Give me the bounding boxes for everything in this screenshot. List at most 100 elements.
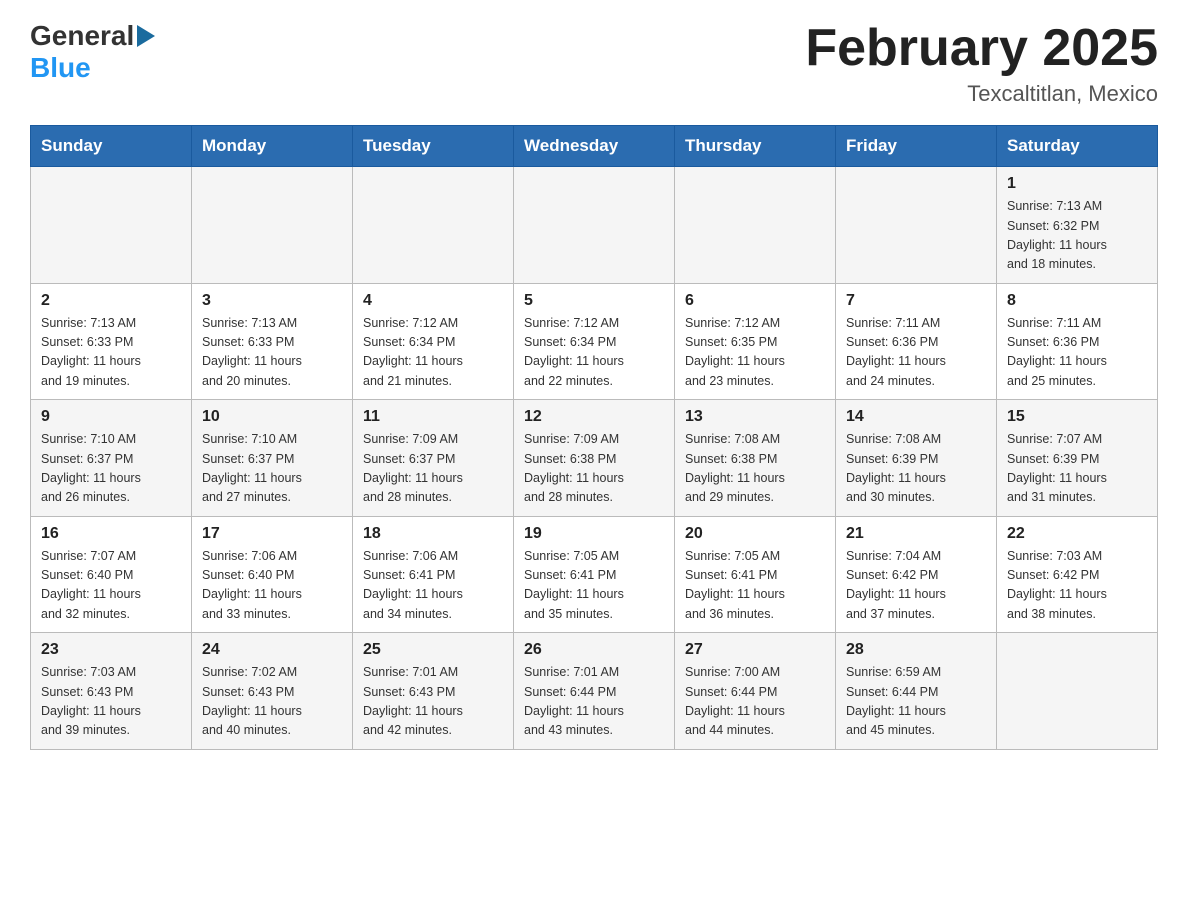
calendar-week-row: 23 Sunrise: 7:03 AM Sunset: 6:43 PM Dayli…: [31, 633, 1158, 750]
calendar-week-row: 16 Sunrise: 7:07 AM Sunset: 6:40 PM Dayli…: [31, 516, 1158, 633]
calendar-cell: 14 Sunrise: 7:08 AM Sunset: 6:39 PM Dayli…: [836, 400, 997, 517]
page-header: General Blue February 2025 Texcaltitlan,…: [30, 20, 1158, 107]
calendar-cell: 2 Sunrise: 7:13 AM Sunset: 6:33 PM Daylig…: [31, 283, 192, 400]
day-info: Sunrise: 7:12 AM Sunset: 6:34 PM Dayligh…: [363, 314, 503, 392]
location-text: Texcaltitlan, Mexico: [805, 81, 1158, 107]
calendar-cell: [675, 167, 836, 284]
calendar-cell: 28Sunrise: 6:59 AM Sunset: 6:44 PM Dayli…: [836, 633, 997, 750]
calendar-cell: 16 Sunrise: 7:07 AM Sunset: 6:40 PM Dayli…: [31, 516, 192, 633]
calendar-cell: 18Sunrise: 7:06 AM Sunset: 6:41 PM Dayli…: [353, 516, 514, 633]
day-number: 4: [363, 292, 503, 310]
logo-blue-text: Blue: [30, 52, 91, 84]
day-info: Sunrise: 7:01 AM Sunset: 6:43 PM Dayligh…: [363, 663, 503, 741]
day-info: Sunrise: 7:03 AM Sunset: 6:42 PM Dayligh…: [1007, 547, 1147, 625]
day-info: Sunrise: 7:11 AM Sunset: 6:36 PM Dayligh…: [1007, 314, 1147, 392]
day-number: 21: [846, 525, 986, 543]
day-info: Sunrise: 7:12 AM Sunset: 6:34 PM Dayligh…: [524, 314, 664, 392]
day-info: Sunrise: 7:13 AM Sunset: 6:32 PM Dayligh…: [1007, 197, 1147, 275]
calendar-cell: 22 Sunrise: 7:03 AM Sunset: 6:42 PM Dayli…: [997, 516, 1158, 633]
day-number: 25: [363, 641, 503, 659]
calendar-header-row: SundayMondayTuesdayWednesdayThursdayFrid…: [31, 126, 1158, 167]
day-info: Sunrise: 7:07 AM Sunset: 6:40 PM Dayligh…: [41, 547, 181, 625]
calendar-cell: 19 Sunrise: 7:05 AM Sunset: 6:41 PM Dayli…: [514, 516, 675, 633]
day-number: 16: [41, 525, 181, 543]
calendar-week-row: 9 Sunrise: 7:10 AM Sunset: 6:37 PM Daylig…: [31, 400, 1158, 517]
day-number: 19: [524, 525, 664, 543]
calendar-table: SundayMondayTuesdayWednesdayThursdayFrid…: [30, 125, 1158, 750]
logo-arrow-icon: [137, 25, 155, 47]
day-info: Sunrise: 7:08 AM Sunset: 6:39 PM Dayligh…: [846, 430, 986, 508]
calendar-cell: 21Sunrise: 7:04 AM Sunset: 6:42 PM Dayli…: [836, 516, 997, 633]
col-header-tuesday: Tuesday: [353, 126, 514, 167]
day-number: 8: [1007, 292, 1147, 310]
calendar-week-row: 1 Sunrise: 7:13 AM Sunset: 6:32 PM Daylig…: [31, 167, 1158, 284]
day-info: Sunrise: 7:12 AM Sunset: 6:35 PM Dayligh…: [685, 314, 825, 392]
calendar-cell: [514, 167, 675, 284]
calendar-cell: 4 Sunrise: 7:12 AM Sunset: 6:34 PM Daylig…: [353, 283, 514, 400]
col-header-friday: Friday: [836, 126, 997, 167]
day-number: 26: [524, 641, 664, 659]
col-header-sunday: Sunday: [31, 126, 192, 167]
calendar-cell: 1 Sunrise: 7:13 AM Sunset: 6:32 PM Daylig…: [997, 167, 1158, 284]
calendar-cell: [353, 167, 514, 284]
calendar-cell: 26 Sunrise: 7:01 AM Sunset: 6:44 PM Dayli…: [514, 633, 675, 750]
calendar-cell: 9Sunrise: 7:10 AM Sunset: 6:37 PM Daylig…: [31, 400, 192, 517]
day-number: 1: [1007, 175, 1147, 193]
calendar-cell: [192, 167, 353, 284]
col-header-saturday: Saturday: [997, 126, 1158, 167]
day-number: 2: [41, 292, 181, 310]
logo-general-text: General: [30, 20, 134, 52]
day-info: Sunrise: 7:07 AM Sunset: 6:39 PM Dayligh…: [1007, 430, 1147, 508]
calendar-cell: 24Sunrise: 7:02 AM Sunset: 6:43 PM Dayli…: [192, 633, 353, 750]
calendar-cell: 25 Sunrise: 7:01 AM Sunset: 6:43 PM Dayli…: [353, 633, 514, 750]
day-info: Sunrise: 7:09 AM Sunset: 6:37 PM Dayligh…: [363, 430, 503, 508]
calendar-cell: 17Sunrise: 7:06 AM Sunset: 6:40 PM Dayli…: [192, 516, 353, 633]
col-header-monday: Monday: [192, 126, 353, 167]
day-number: 10: [202, 408, 342, 426]
day-number: 23: [41, 641, 181, 659]
calendar-cell: 20 Sunrise: 7:05 AM Sunset: 6:41 PM Dayli…: [675, 516, 836, 633]
calendar-cell: [836, 167, 997, 284]
day-number: 13: [685, 408, 825, 426]
day-info: Sunrise: 7:06 AM Sunset: 6:41 PM Dayligh…: [363, 547, 503, 625]
day-info: Sunrise: 7:05 AM Sunset: 6:41 PM Dayligh…: [685, 547, 825, 625]
day-number: 7: [846, 292, 986, 310]
calendar-cell: [31, 167, 192, 284]
day-number: 6: [685, 292, 825, 310]
day-number: 12: [524, 408, 664, 426]
day-info: Sunrise: 7:13 AM Sunset: 6:33 PM Dayligh…: [202, 314, 342, 392]
day-number: 14: [846, 408, 986, 426]
day-info: Sunrise: 7:08 AM Sunset: 6:38 PM Dayligh…: [685, 430, 825, 508]
col-header-thursday: Thursday: [675, 126, 836, 167]
calendar-cell: 5 Sunrise: 7:12 AM Sunset: 6:34 PM Daylig…: [514, 283, 675, 400]
col-header-wednesday: Wednesday: [514, 126, 675, 167]
calendar-cell: 7Sunrise: 7:11 AM Sunset: 6:36 PM Daylig…: [836, 283, 997, 400]
calendar-cell: 15Sunrise: 7:07 AM Sunset: 6:39 PM Dayli…: [997, 400, 1158, 517]
day-info: Sunrise: 7:10 AM Sunset: 6:37 PM Dayligh…: [202, 430, 342, 508]
title-section: February 2025 Texcaltitlan, Mexico: [805, 20, 1158, 107]
month-title: February 2025: [805, 20, 1158, 77]
calendar-week-row: 2 Sunrise: 7:13 AM Sunset: 6:33 PM Daylig…: [31, 283, 1158, 400]
day-info: Sunrise: 7:02 AM Sunset: 6:43 PM Dayligh…: [202, 663, 342, 741]
day-number: 20: [685, 525, 825, 543]
day-info: Sunrise: 7:13 AM Sunset: 6:33 PM Dayligh…: [41, 314, 181, 392]
day-info: Sunrise: 7:03 AM Sunset: 6:43 PM Dayligh…: [41, 663, 181, 741]
calendar-cell: 11 Sunrise: 7:09 AM Sunset: 6:37 PM Dayli…: [353, 400, 514, 517]
day-info: Sunrise: 6:59 AM Sunset: 6:44 PM Dayligh…: [846, 663, 986, 741]
day-number: 17: [202, 525, 342, 543]
day-info: Sunrise: 7:00 AM Sunset: 6:44 PM Dayligh…: [685, 663, 825, 741]
calendar-cell: 27 Sunrise: 7:00 AM Sunset: 6:44 PM Dayli…: [675, 633, 836, 750]
day-number: 22: [1007, 525, 1147, 543]
day-number: 5: [524, 292, 664, 310]
day-number: 27: [685, 641, 825, 659]
calendar-cell: 23 Sunrise: 7:03 AM Sunset: 6:43 PM Dayli…: [31, 633, 192, 750]
day-info: Sunrise: 7:09 AM Sunset: 6:38 PM Dayligh…: [524, 430, 664, 508]
day-number: 9: [41, 408, 181, 426]
calendar-cell: 13 Sunrise: 7:08 AM Sunset: 6:38 PM Dayli…: [675, 400, 836, 517]
calendar-cell: 10 Sunrise: 7:10 AM Sunset: 6:37 PM Dayli…: [192, 400, 353, 517]
day-info: Sunrise: 7:01 AM Sunset: 6:44 PM Dayligh…: [524, 663, 664, 741]
calendar-cell: 8 Sunrise: 7:11 AM Sunset: 6:36 PM Daylig…: [997, 283, 1158, 400]
day-info: Sunrise: 7:05 AM Sunset: 6:41 PM Dayligh…: [524, 547, 664, 625]
day-number: 11: [363, 408, 503, 426]
calendar-cell: 3Sunrise: 7:13 AM Sunset: 6:33 PM Daylig…: [192, 283, 353, 400]
